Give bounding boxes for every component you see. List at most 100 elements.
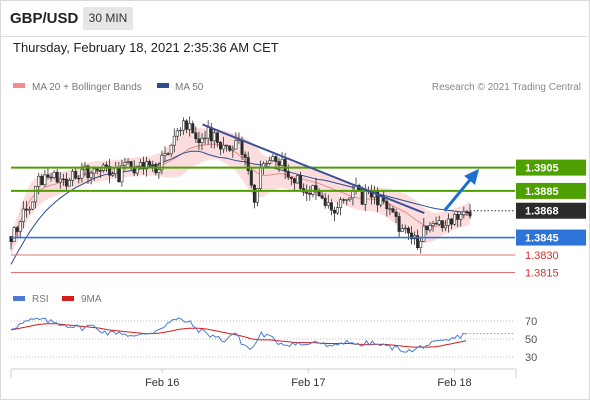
candle-body	[403, 227, 407, 230]
candle	[31, 201, 35, 211]
ma20-legend-label: MA 20 + Bollinger Bands	[32, 82, 142, 93]
candle-body	[197, 138, 201, 144]
ma50-legend-swatch	[157, 83, 169, 88]
candle-body	[37, 176, 41, 187]
level-1-3845: 1.3845	[11, 229, 586, 246]
candle-body	[12, 227, 16, 243]
candle-body	[34, 186, 38, 203]
candle-body	[215, 132, 219, 143]
candle-body	[157, 169, 161, 174]
candle-body	[206, 127, 210, 139]
candle-body	[182, 120, 186, 131]
candle-body	[283, 158, 287, 172]
candle	[397, 212, 401, 237]
candle-body	[335, 207, 339, 214]
resistance-label: 1.3905	[525, 163, 559, 175]
candle-body	[40, 176, 44, 186]
last-price-label: 1.3868	[525, 206, 559, 218]
candle-body	[437, 220, 441, 225]
candle-body	[258, 167, 262, 189]
candle-body	[446, 218, 450, 226]
candle-body	[351, 191, 355, 199]
candle-body	[462, 211, 466, 215]
candle-body	[289, 177, 293, 179]
candle-body	[166, 153, 170, 155]
candle-body	[185, 120, 189, 130]
candle-body	[234, 140, 238, 150]
candle-body	[265, 163, 269, 165]
candle-body	[363, 190, 367, 205]
candle-body	[203, 137, 207, 140]
candle-body	[428, 225, 432, 231]
candle-body	[317, 191, 321, 196]
candle-body	[117, 167, 121, 183]
candle-body	[172, 135, 176, 146]
candle	[453, 212, 457, 226]
candle-body	[299, 175, 303, 189]
candle	[191, 120, 195, 134]
candle-body	[456, 214, 460, 220]
candle-body	[271, 156, 275, 161]
candle-body	[154, 164, 158, 174]
candle-body	[394, 211, 398, 217]
rsi-legend-label: RSI	[32, 294, 49, 305]
candle-body	[440, 220, 444, 229]
candle-body	[419, 241, 423, 248]
candle-body	[31, 201, 35, 210]
candle-body	[49, 176, 53, 179]
x-axis: Feb 16 Feb 17 Feb 18	[145, 369, 472, 389]
candle-body	[425, 225, 429, 231]
candle-body	[342, 199, 346, 201]
candle-body	[138, 162, 142, 167]
candle-body	[385, 200, 389, 210]
candle-body	[468, 211, 472, 217]
candle-body	[77, 177, 81, 180]
rsi-legend-swatch	[13, 296, 25, 301]
price-chart: MA 20 + Bollinger Bands MA 50 Research ©…	[9, 82, 586, 389]
rsi-tick-label: 50	[525, 334, 537, 346]
candle-body	[46, 174, 50, 178]
candle-body	[98, 170, 102, 172]
candle-body	[246, 157, 250, 171]
candle	[280, 152, 284, 167]
candle-body	[27, 208, 31, 211]
candle-body	[231, 148, 235, 151]
candle-body	[71, 171, 75, 181]
ma50-legend-label: MA 50	[175, 82, 204, 93]
candle-body	[95, 168, 99, 171]
candle-body	[92, 168, 96, 174]
candle-body	[209, 127, 213, 142]
candle-body	[252, 184, 256, 203]
candle-body	[326, 202, 330, 206]
x-axis-tick-label: Feb 16	[145, 377, 179, 389]
candle-body	[339, 199, 343, 208]
candle-body	[89, 172, 93, 178]
candle-body	[43, 174, 47, 186]
candle-body	[348, 197, 352, 200]
candle-body	[360, 190, 364, 205]
candle-body	[422, 225, 426, 242]
candle-body	[163, 153, 167, 156]
candle-body	[225, 144, 229, 147]
candle	[335, 202, 339, 215]
candle-body	[323, 197, 327, 206]
candle-body	[21, 208, 25, 222]
candle	[332, 206, 336, 222]
candle-body	[406, 227, 410, 234]
candle-body	[194, 132, 198, 140]
candle-body	[191, 123, 195, 134]
candle-body	[52, 171, 56, 178]
resistance-label: 1.3885	[525, 186, 559, 198]
candle	[249, 167, 253, 189]
candle-body	[68, 180, 72, 187]
candle	[329, 199, 333, 216]
candle-body	[200, 137, 204, 143]
rsi-tick-label: 70	[525, 316, 537, 328]
candle-body	[449, 218, 453, 225]
level-1-3868: 1.3868	[470, 202, 586, 219]
candle-body	[169, 144, 173, 155]
candle-body	[18, 221, 22, 232]
candle-body	[453, 214, 457, 225]
support-label: 1.3815	[525, 268, 559, 280]
candle-body	[24, 208, 28, 211]
